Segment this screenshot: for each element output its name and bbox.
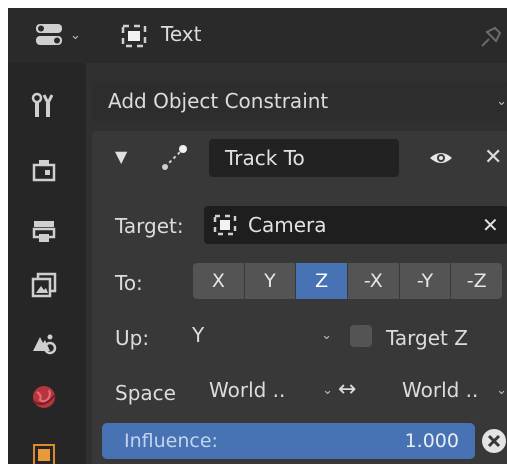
- close-icon[interactable]: ✕: [484, 145, 502, 170]
- properties-editor: ⌄ Text Add Object Constraint ⌄ ▼ Track T…: [8, 8, 507, 464]
- world-tab[interactable]: [26, 379, 62, 415]
- chevron-down-icon: ⌄: [70, 27, 81, 43]
- output-icon: [32, 221, 56, 242]
- to-axis-button-neg-z[interactable]: -Z: [451, 263, 502, 299]
- target-space-value: World ..: [402, 378, 479, 402]
- object-name: Text: [161, 22, 202, 46]
- eye-icon[interactable]: [428, 148, 454, 168]
- to-axis-buttons: X Y Z -X -Y -Z: [193, 263, 503, 299]
- render-tab[interactable]: [26, 151, 62, 187]
- tool-tab[interactable]: [26, 87, 62, 123]
- tool-icon: [31, 92, 54, 117]
- target-field[interactable]: Camera ✕: [204, 206, 507, 244]
- scene-tab[interactable]: [26, 325, 62, 361]
- header-bar: ⌄ Text: [8, 8, 507, 63]
- view-layer-tab[interactable]: [26, 267, 62, 303]
- render-icon: [32, 160, 56, 182]
- camera-object-icon: [213, 214, 237, 236]
- to-axis-button-z[interactable]: Z: [296, 263, 347, 299]
- up-axis-dropdown[interactable]: Y ⌄: [192, 317, 332, 353]
- add-object-constraint-label: Add Object Constraint: [108, 89, 329, 113]
- chevron-down-icon: ⌄: [322, 382, 333, 398]
- target-value: Camera: [248, 213, 327, 237]
- disable-keep-temp-icon[interactable]: [481, 428, 507, 454]
- clear-target-icon[interactable]: ✕: [482, 213, 499, 237]
- target-label: Target:: [115, 214, 184, 238]
- chevron-down-icon: ⌄: [321, 327, 332, 343]
- to-axis-button-neg-x[interactable]: -X: [348, 263, 399, 299]
- world-icon: [32, 386, 56, 408]
- target-z-checkbox[interactable]: [350, 325, 372, 347]
- track-to-constraint-icon: [162, 145, 187, 170]
- chevron-down-icon: ⌄: [496, 93, 507, 109]
- constraint-box: ▼ Track To ✕ Target: Camera ✕ To: X Y Z …: [92, 131, 507, 464]
- owner-space-value: World ..: [209, 378, 286, 402]
- collapse-triangle-icon[interactable]: ▼: [115, 147, 127, 166]
- space-arrow-icon: ↔: [338, 377, 357, 402]
- to-axis-button-x[interactable]: X: [193, 263, 244, 299]
- scene-icon: [33, 334, 57, 355]
- chevron-down-icon: ⌄: [496, 382, 507, 398]
- pin-icon[interactable]: [478, 26, 502, 48]
- target-space-dropdown[interactable]: World .. ⌄: [402, 372, 507, 408]
- view-layer-icon: [31, 272, 57, 298]
- space-label: Space: [115, 381, 176, 405]
- up-label: Up:: [115, 326, 150, 350]
- constraint-name-field[interactable]: Track To: [209, 139, 399, 177]
- to-label: To:: [115, 271, 143, 295]
- influence-label: Influence:: [124, 430, 218, 452]
- owner-space-dropdown[interactable]: World .. ⌄: [209, 372, 333, 408]
- influence-value: 1.000: [404, 430, 459, 452]
- editor-type-button[interactable]: ⌄: [34, 20, 90, 50]
- properties-tabs: [8, 63, 86, 464]
- constraints-panel: Add Object Constraint ⌄ ▼ Track To ✕ Tar: [86, 63, 507, 464]
- to-axis-button-y[interactable]: Y: [244, 263, 296, 299]
- to-axis-button-neg-y[interactable]: -Y: [399, 263, 451, 299]
- editor-type-icon: [36, 24, 62, 45]
- influence-slider[interactable]: Influence: 1.000: [102, 423, 475, 459]
- constraint-name: Track To: [225, 146, 305, 170]
- add-object-constraint-dropdown[interactable]: Add Object Constraint ⌄: [92, 81, 507, 121]
- text-object-icon: [121, 24, 147, 48]
- target-z-label: Target Z: [386, 326, 468, 350]
- object-tab[interactable]: [26, 435, 62, 464]
- output-tab[interactable]: [26, 213, 62, 249]
- object-icon: [33, 444, 55, 464]
- up-axis-value: Y: [192, 323, 205, 347]
